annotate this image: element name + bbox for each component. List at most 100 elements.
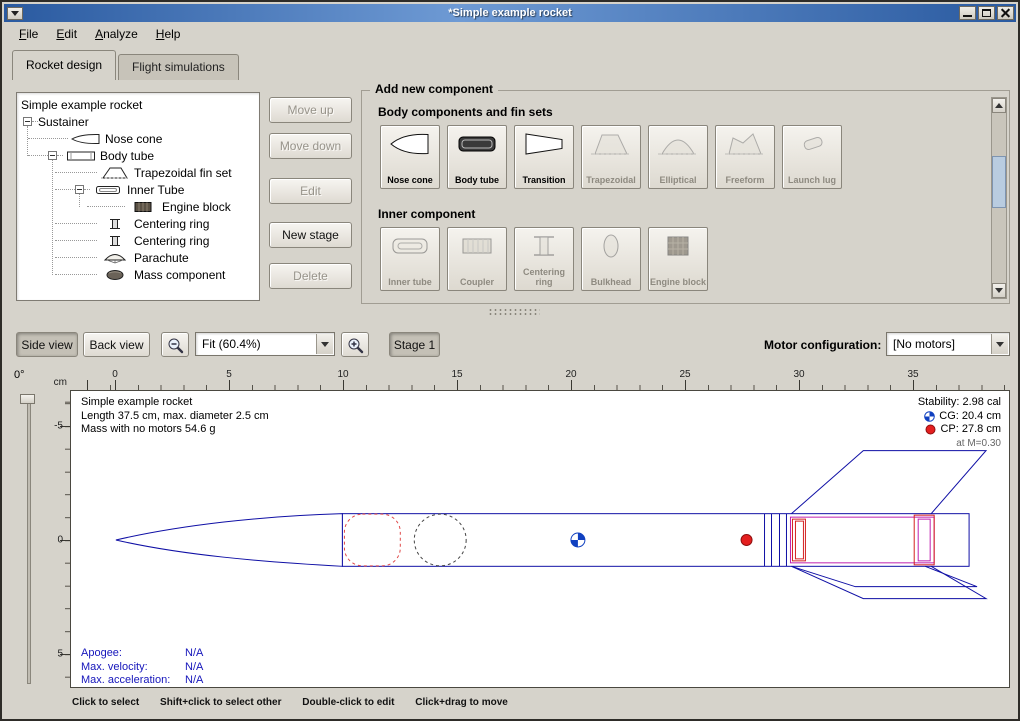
add-inner-tube-button[interactable]: Inner tube [380, 227, 440, 291]
add-freeform-fin-button[interactable]: Freeform [715, 125, 775, 189]
menu-analyze[interactable]: Analyze [86, 24, 147, 44]
tree-item-body-tube[interactable]: Body tube [17, 147, 259, 164]
hint-shift-click: Shift+click to select other [160, 697, 281, 708]
tree-item-sustainer[interactable]: Sustainer [17, 113, 259, 130]
tab-rocket-design[interactable]: Rocket design [12, 50, 116, 80]
menu-file[interactable]: File [10, 24, 47, 44]
rocket-canvas[interactable]: Simple example rocket Length 37.5 cm, ma… [70, 390, 1010, 688]
add-elliptical-fin-button[interactable]: Elliptical [648, 125, 708, 189]
ruler-unit: cm [48, 368, 70, 390]
cg-marker [571, 533, 585, 547]
add-transition-button[interactable]: Transition [514, 125, 574, 189]
rocket-info: Simple example rocket Length 37.5 cm, ma… [81, 396, 269, 437]
centering-ring-icon [522, 232, 566, 260]
chevron-down-icon[interactable] [316, 334, 333, 354]
tree-item-centering-ring-1[interactable]: Centering ring [17, 215, 259, 232]
chevron-down-icon[interactable] [991, 334, 1008, 354]
cp-value: CP: 27.8 cm [940, 423, 1001, 437]
mach-note: at M=0.30 [918, 437, 1001, 451]
max-acceleration-value: N/A [185, 674, 203, 686]
app-window: *Simple example rocket File Edit Analyze… [0, 0, 1020, 721]
zoom-select[interactable]: Fit (60.4%) [195, 332, 335, 356]
hint-click-drag: Click+drag to move [415, 697, 508, 708]
zoom-in-button[interactable] [341, 332, 369, 357]
collapse-icon[interactable] [48, 151, 57, 160]
menu-edit[interactable]: Edit [47, 24, 86, 44]
add-nose-cone-button[interactable]: Nose cone [380, 125, 440, 189]
maximize-button[interactable] [978, 6, 995, 20]
move-down-button[interactable]: Move down [269, 133, 352, 159]
zoom-out-icon [166, 336, 184, 354]
elliptical-fin-icon [656, 130, 700, 158]
menubar: File Edit Analyze Help [4, 22, 1016, 46]
rotation-slider-track[interactable] [27, 396, 31, 684]
max-velocity-label: Max. velocity: [81, 661, 185, 675]
move-up-button[interactable]: Move up [269, 97, 352, 123]
motor-configuration-select[interactable]: [No motors] [886, 332, 1010, 356]
tabstrip: Rocket design Flight simulations [4, 49, 1016, 80]
motor-configuration-label: Motor configuration: [764, 338, 881, 352]
add-bulkhead-button[interactable]: Bulkhead [581, 227, 641, 291]
engine-block-icon [656, 232, 700, 260]
flight-data: Apogee:N/A Max. velocity:N/A Max. accele… [81, 647, 203, 688]
side-view-button[interactable]: Side view [16, 332, 78, 357]
titlebar: *Simple example rocket [4, 4, 1016, 22]
maximize-icon [982, 9, 991, 17]
tree-item-rocket[interactable]: Simple example rocket [17, 96, 259, 113]
collapse-icon[interactable] [75, 185, 84, 194]
minimize-button[interactable] [959, 6, 976, 20]
close-button[interactable] [997, 6, 1014, 20]
rotation-slider-handle[interactable] [20, 394, 35, 404]
component-scrollbar[interactable] [991, 97, 1007, 299]
parachute-icon [100, 252, 130, 264]
trapezoidal-fin-icon [589, 130, 633, 158]
add-launch-lug-button[interactable]: Launch lug [782, 125, 842, 189]
coupler-icon [455, 232, 499, 260]
back-view-button[interactable]: Back view [83, 332, 150, 357]
tree-connector [27, 126, 28, 156]
stage-1-toggle[interactable]: Stage 1 [389, 332, 440, 357]
inner-tube-icon [388, 232, 432, 260]
rotation-angle-value: 0° [14, 369, 25, 381]
scroll-up-icon[interactable] [992, 98, 1006, 113]
bulkhead-icon [589, 232, 633, 260]
tree-item-inner-tube[interactable]: Inner Tube [17, 181, 259, 198]
delete-button[interactable]: Delete [269, 263, 352, 289]
max-velocity-value: N/A [185, 661, 203, 673]
window-menu-icon[interactable] [7, 7, 23, 20]
engine-block-icon [128, 201, 158, 213]
add-body-tube-button[interactable]: Body tube [447, 125, 507, 189]
zoom-out-button[interactable] [161, 332, 189, 357]
tree-item-parachute[interactable]: Parachute [17, 249, 259, 266]
new-stage-button[interactable]: New stage [269, 222, 352, 248]
add-engine-block-button[interactable]: Engine block [648, 227, 708, 291]
tree-item-fin-set[interactable]: Trapezoidal fin set [17, 164, 259, 181]
tab-flight-simulations[interactable]: Flight simulations [118, 54, 239, 80]
collapse-icon[interactable] [23, 117, 32, 126]
horizontal-ruler: 0 5 10 15 20 25 30 35 [70, 368, 1010, 390]
scroll-down-icon[interactable] [992, 283, 1006, 298]
statusbar: Click to select Shift+click to select ot… [72, 697, 1008, 708]
rocket-name: Simple example rocket [81, 396, 269, 410]
edit-button[interactable]: Edit [269, 178, 352, 204]
menu-help[interactable]: Help [147, 24, 190, 44]
component-tree[interactable]: Simple example rocket Sustainer Nose con… [16, 92, 260, 301]
body-tube-icon [455, 130, 499, 158]
centering-ring-icon [100, 235, 130, 247]
add-component-title: Add new component [370, 82, 498, 96]
tree-item-mass-component[interactable]: Mass component [17, 266, 259, 283]
add-coupler-button[interactable]: Coupler [447, 227, 507, 291]
tree-item-engine-block[interactable]: Engine block [17, 198, 259, 215]
tree-item-centering-ring-2[interactable]: Centering ring [17, 232, 259, 249]
add-trapezoidal-fin-button[interactable]: Trapezoidal [581, 125, 641, 189]
cp-marker [741, 535, 752, 546]
stability-info: Stability: 2.98 cal CG: 20.4 cm CP: 27.8… [918, 396, 1001, 450]
scrollbar-thumb[interactable] [992, 156, 1006, 208]
add-centering-ring-button[interactable]: Centering ring [514, 227, 574, 291]
minimize-icon [963, 15, 972, 17]
cg-value: CG: 20.4 cm [939, 410, 1001, 424]
mass-component-icon [100, 269, 130, 281]
splitter-handle[interactable] [488, 308, 540, 315]
tree-item-nose-cone[interactable]: Nose cone [17, 130, 259, 147]
zoom-in-icon [346, 336, 364, 354]
